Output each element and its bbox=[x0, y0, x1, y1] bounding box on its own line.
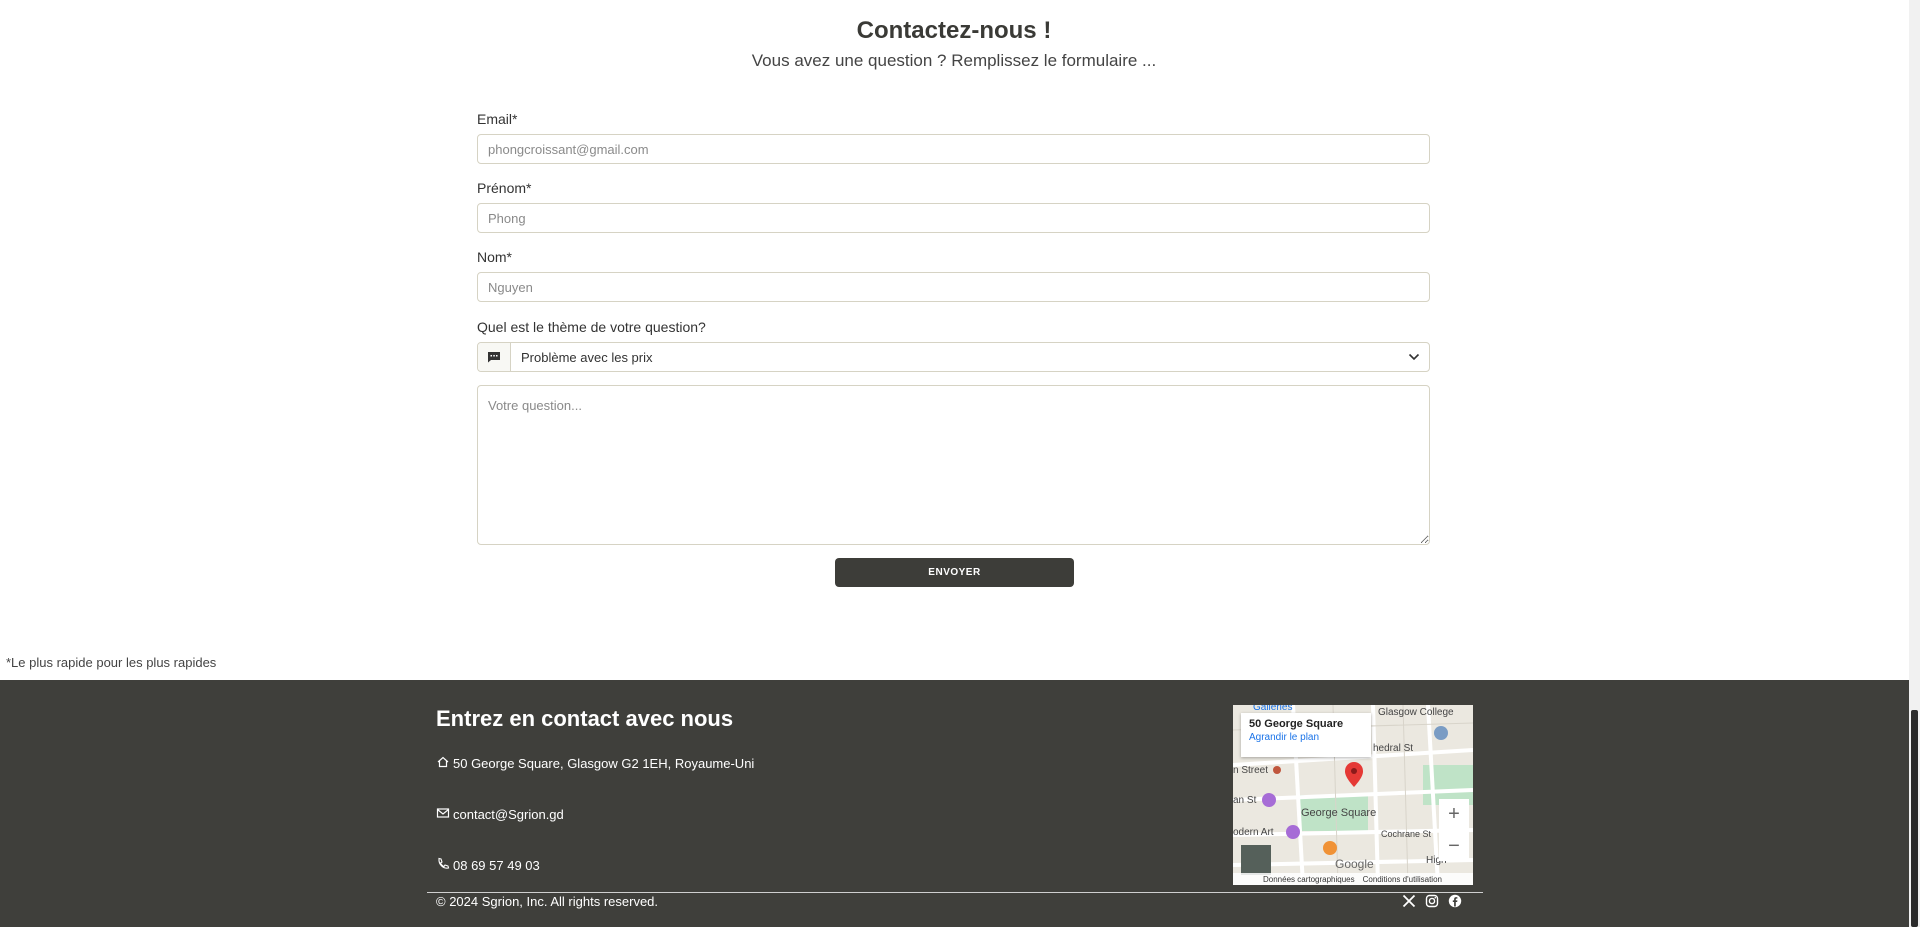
map-label-square: George Square bbox=[1301, 807, 1377, 819]
firstname-field[interactable] bbox=[477, 203, 1430, 233]
submit-button[interactable]: ENVOYER bbox=[835, 558, 1074, 587]
theme-select[interactable]: Problème avec les prix bbox=[477, 342, 1430, 372]
chat-icon bbox=[478, 343, 511, 371]
page-subtitle: Vous avez une question ? Remplissez le f… bbox=[751, 51, 1157, 70]
footer: Entrez en contact avec nous 50 George Sq… bbox=[0, 680, 1909, 927]
question-textarea[interactable] bbox=[477, 385, 1430, 545]
social-links bbox=[1402, 894, 1462, 908]
facebook-icon[interactable] bbox=[1448, 894, 1462, 908]
copyright: © 2024 Sgrion, Inc. All rights reserved. bbox=[436, 894, 659, 909]
contact-email[interactable]: contact@Sgrion.gd bbox=[453, 807, 564, 822]
address-line: 50 George Square, Glasgow G2 1EH, Royaum… bbox=[436, 755, 754, 772]
phone-icon bbox=[436, 857, 450, 874]
email-line: contact@Sgrion.gd bbox=[436, 806, 564, 823]
lastname-label: Nom* bbox=[477, 249, 513, 265]
email-field[interactable] bbox=[477, 134, 1430, 164]
google-logo: Google bbox=[1335, 857, 1374, 871]
map-label-art: odern Art bbox=[1233, 827, 1274, 838]
contact-phone[interactable]: 08 69 57 49 03 bbox=[453, 858, 540, 873]
footer-divider bbox=[427, 892, 1483, 893]
footer-title: Entrez en contact avec nous bbox=[436, 706, 734, 731]
map-terms-link[interactable]: Conditions d'utilisation bbox=[1363, 875, 1442, 884]
theme-label: Quel est le thème de votre question? bbox=[477, 319, 706, 335]
scrollbar-thumb[interactable] bbox=[1911, 710, 1918, 927]
instagram-icon[interactable] bbox=[1425, 894, 1439, 908]
email-label: Email* bbox=[477, 111, 518, 127]
address-text: 50 George Square, Glasgow G2 1EH, Royaum… bbox=[453, 756, 755, 771]
zoom-out-button[interactable]: − bbox=[1439, 831, 1469, 861]
x-twitter-icon[interactable] bbox=[1402, 894, 1416, 908]
google-map[interactable]: Glasgow College hedral St n Street an St… bbox=[1233, 705, 1473, 885]
phone-line: 08 69 57 49 03 bbox=[436, 857, 540, 874]
map-label-street: n Street bbox=[1233, 765, 1269, 776]
firstname-label: Prénom* bbox=[477, 180, 532, 196]
page-title: Contactez-nous ! bbox=[856, 17, 1052, 44]
map-card-title: 50 George Square bbox=[1249, 718, 1344, 730]
map-label-college: Glasgow College bbox=[1378, 707, 1454, 718]
zoom-in-button[interactable]: + bbox=[1439, 799, 1469, 829]
scrollbar[interactable] bbox=[1909, 0, 1920, 927]
map-attribution: Données cartographiques Conditions d'uti… bbox=[1233, 873, 1473, 885]
map-label-cochrane: Cochrane St bbox=[1381, 829, 1432, 839]
footnote: *Le plus rapide pour les plus rapides bbox=[6, 655, 217, 670]
page-heading: Contactez-nous ! Vous avez une question … bbox=[0, 16, 1908, 72]
chevron-down-icon bbox=[1399, 353, 1429, 361]
map-label-st: an St bbox=[1233, 795, 1257, 806]
map-data-link[interactable]: Données cartographiques bbox=[1263, 875, 1355, 884]
enlarge-map-link[interactable]: Agrandir le plan bbox=[1249, 732, 1363, 743]
theme-select-value: Problème avec les prix bbox=[521, 349, 653, 365]
envelope-icon bbox=[436, 806, 450, 823]
map-label-cathedral: hedral St bbox=[1373, 743, 1414, 754]
map-info-card: 50 George Square Agrandir le plan bbox=[1241, 713, 1371, 757]
home-icon bbox=[436, 755, 450, 772]
map-label-galleries: Galleries bbox=[1253, 705, 1293, 713]
lastname-field[interactable] bbox=[477, 272, 1430, 302]
